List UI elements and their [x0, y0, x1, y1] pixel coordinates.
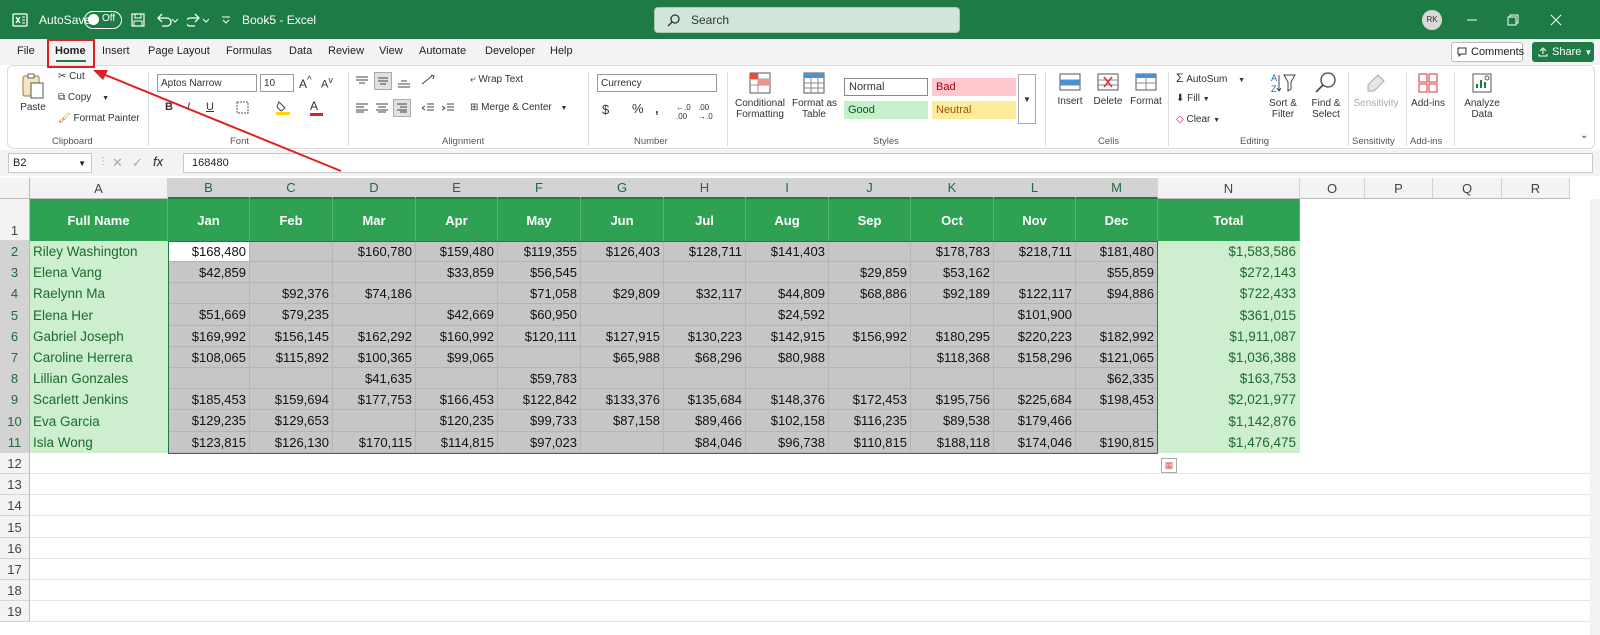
annotation-arrow: [97, 71, 342, 172]
annotation-overlay: [47, 39, 342, 172]
highlight-box: [47, 39, 95, 68]
